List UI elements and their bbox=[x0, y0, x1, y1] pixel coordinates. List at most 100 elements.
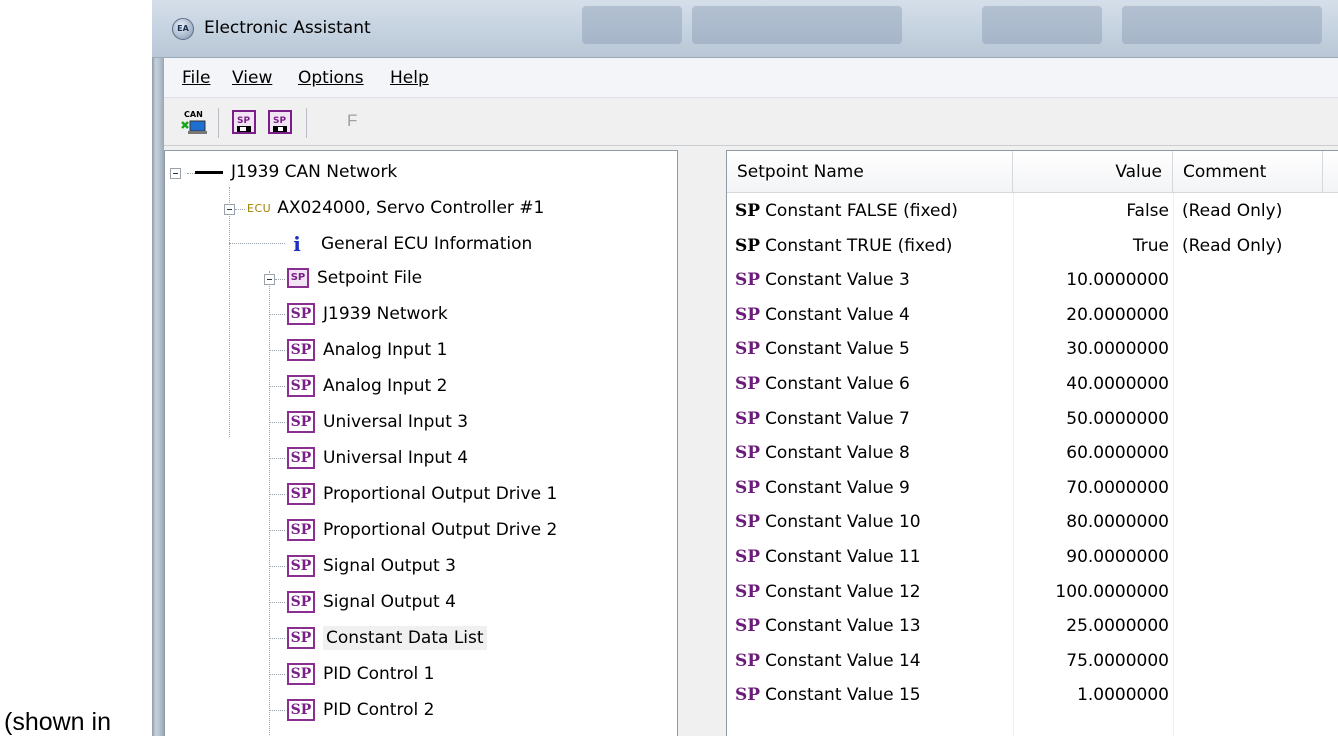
setpoint-row[interactable]: SP Constant Value 13 25.0000000 bbox=[727, 610, 1338, 644]
setpoint-file-icon: SP bbox=[287, 268, 309, 288]
setpoint-row[interactable]: SP Constant Value 12 100.0000000 bbox=[727, 576, 1338, 610]
save-setpoint-file-button[interactable]: SP bbox=[266, 108, 296, 138]
tree-node-setpoint-item[interactable]: SP PID Control 2 bbox=[287, 693, 434, 727]
setpoint-value-cell: 50.0000000 bbox=[1066, 409, 1169, 429]
app-window: EA Electronic Assistant File View Option… bbox=[152, 0, 1338, 736]
setpoint-value-cell: 60.0000000 bbox=[1066, 443, 1169, 463]
setpoint-name-text: Constant FALSE (fixed) bbox=[765, 201, 958, 221]
setpoint-row[interactable]: SP Constant Value 14 75.0000000 bbox=[727, 645, 1338, 679]
menu-view[interactable]: View bbox=[232, 68, 272, 88]
tree-connector bbox=[269, 494, 285, 495]
setpoint-row[interactable]: SP Constant Value 4 20.0000000 bbox=[727, 299, 1338, 333]
setpoint-name-text: Constant Value 8 bbox=[765, 443, 910, 463]
tree-node-setpoint-item[interactable]: SP Proportional Output Drive 1 bbox=[287, 477, 557, 511]
setpoint-icon: SP bbox=[735, 616, 761, 636]
toolbar-separator bbox=[306, 108, 307, 138]
svg-text:CAN: CAN bbox=[184, 110, 203, 119]
can-connect-button[interactable]: CAN bbox=[179, 108, 209, 138]
setpoint-name-cell: SP Constant Value 12 bbox=[735, 582, 921, 602]
tree-node-setpoint-item-label: Constant Data List bbox=[323, 626, 487, 650]
tree-node-setpoint-file[interactable]: SP Setpoint File bbox=[287, 261, 422, 295]
tree-node-ecu[interactable]: ECU AX024000, Servo Controller #1 bbox=[247, 191, 544, 225]
tree-node-setpoint-item-label: PID Control 1 bbox=[323, 664, 435, 684]
setpoint-row[interactable]: SP Constant Value 6 40.0000000 bbox=[727, 368, 1338, 402]
setpoint-name-cell: SP Constant Value 4 bbox=[735, 305, 910, 325]
setpoint-name-text: Constant Value 7 bbox=[765, 409, 910, 429]
svg-text:SP: SP bbox=[237, 116, 250, 126]
setpoint-row[interactable]: SP Constant Value 7 50.0000000 bbox=[727, 403, 1338, 437]
setpoint-icon: SP bbox=[287, 411, 315, 433]
open-setpoint-file-button[interactable]: SP bbox=[230, 108, 260, 138]
tree-node-setpoint-item[interactable]: SP J1939 Network bbox=[287, 297, 448, 331]
setpoint-row[interactable]: SP Constant Value 10 80.0000000 bbox=[727, 506, 1338, 540]
ecu-icon: ECU bbox=[247, 201, 272, 215]
setpoint-list-view[interactable]: Setpoint Name Value Comment SP Constant F… bbox=[726, 150, 1338, 736]
tree-node-network[interactable]: J1939 CAN Network bbox=[195, 155, 397, 189]
tree-node-setpoint-item-label: Analog Input 2 bbox=[323, 376, 448, 396]
window-title: Electronic Assistant bbox=[204, 18, 371, 38]
setpoint-row[interactable]: SP Constant Value 9 70.0000000 bbox=[727, 472, 1338, 506]
tree-node-setpoint-file-label: Setpoint File bbox=[317, 268, 423, 288]
tree-node-setpoint-item[interactable]: SP Constant Data List bbox=[287, 621, 487, 655]
setpoint-row[interactable]: SP Constant Value 3 10.0000000 bbox=[727, 264, 1338, 298]
setpoint-value-cell: 90.0000000 bbox=[1066, 547, 1169, 567]
setpoint-comment-cell: (Read Only) bbox=[1182, 236, 1283, 256]
setpoint-icon: SP bbox=[287, 447, 315, 469]
tree-node-setpoint-item[interactable]: SP Universal Input 3 bbox=[287, 405, 468, 439]
tree-node-setpoint-item[interactable]: SP Analog Input 1 bbox=[287, 333, 447, 367]
setpoint-icon: SP bbox=[287, 663, 315, 685]
network-line-icon bbox=[195, 170, 223, 174]
setpoint-row[interactable]: SP Constant Value 5 30.0000000 bbox=[727, 333, 1338, 367]
setpoint-file-open-icon: SP bbox=[232, 110, 256, 134]
tree-view[interactable]: J1939 CAN Network ECU AX024000, Servo Co… bbox=[164, 150, 678, 736]
setpoint-row[interactable]: SP Constant FALSE (fixed) False (Read Only) bbox=[727, 195, 1338, 229]
ecu-collapse-toggle[interactable] bbox=[224, 204, 235, 215]
tree-node-setpoint-item[interactable]: SP Proportional Output Drive 2 bbox=[287, 513, 557, 547]
tree-node-setpoint-item-label: Proportional Output Drive 1 bbox=[323, 484, 558, 504]
tree-node-setpoint-item[interactable]: SP Universal Input 4 bbox=[287, 441, 468, 475]
tree-node-setpoint-item[interactable]: SP Signal Output 4 bbox=[287, 585, 456, 619]
tree-node-setpoint-item[interactable]: SP Signal Output 3 bbox=[287, 549, 456, 583]
setpoint-value-cell: 25.0000000 bbox=[1066, 616, 1169, 636]
menu-help-label: Help bbox=[390, 68, 429, 88]
menu-file-label: File bbox=[182, 68, 211, 88]
setpoint-row[interactable]: SP Constant Value 15 1.0000000 bbox=[727, 679, 1338, 713]
column-header-comment[interactable]: Comment bbox=[1173, 151, 1323, 193]
setpoint-file-save-icon: SP bbox=[268, 110, 292, 134]
menu-file[interactable]: File bbox=[182, 68, 210, 88]
tree-node-setpoint-item-label: Universal Input 3 bbox=[323, 412, 469, 432]
setpoint-icon: SP bbox=[735, 685, 761, 705]
setpoint-name-text: Constant Value 9 bbox=[765, 478, 910, 498]
setpoint-value-cell: True bbox=[1132, 236, 1169, 256]
menu-options[interactable]: Options bbox=[298, 68, 364, 88]
column-header-value[interactable]: Value bbox=[1013, 151, 1173, 193]
setpoint-name-cell: SP Constant Value 15 bbox=[735, 685, 921, 705]
setpoint-name-text: Constant Value 14 bbox=[765, 651, 921, 671]
tree-node-setpoint-item[interactable]: SP PID Control 1 bbox=[287, 657, 434, 691]
list-header: Setpoint Name Value Comment bbox=[727, 151, 1338, 193]
app-icon: EA bbox=[172, 18, 194, 40]
setpoint-row[interactable]: SP Constant TRUE (fixed) True (Read Only) bbox=[727, 230, 1338, 264]
setpoint-name-text: Constant Value 12 bbox=[765, 582, 921, 602]
column-header-name[interactable]: Setpoint Name bbox=[727, 151, 1013, 193]
setpoint-name-cell: SP Constant Value 13 bbox=[735, 616, 921, 636]
tree-node-setpoint-item-label: Signal Output 3 bbox=[323, 556, 456, 576]
tree-connector bbox=[269, 314, 285, 315]
menu-help[interactable]: Help bbox=[390, 68, 429, 88]
tree-connector bbox=[269, 530, 285, 531]
setpoint-file-collapse-toggle[interactable] bbox=[264, 274, 275, 285]
setpoint-row[interactable]: SP Constant Value 8 60.0000000 bbox=[727, 437, 1338, 471]
title-bar[interactable]: EA Electronic Assistant bbox=[152, 0, 1338, 58]
setpoint-icon: SP bbox=[287, 519, 315, 541]
tree-node-setpoint-item-label: PID Control 2 bbox=[323, 700, 435, 720]
tree-node-ecu-label: AX024000, Servo Controller #1 bbox=[277, 198, 545, 218]
setpoint-icon: SP bbox=[287, 591, 315, 613]
tree-node-setpoint-item[interactable]: SP Analog Input 2 bbox=[287, 369, 447, 403]
setpoint-comment-cell: (Read Only) bbox=[1182, 201, 1283, 221]
setpoint-row[interactable]: SP Constant Value 11 90.0000000 bbox=[727, 541, 1338, 575]
setpoint-name-text: Constant Value 6 bbox=[765, 374, 910, 394]
tree-node-general-info[interactable]: i General ECU Information bbox=[287, 227, 532, 261]
network-collapse-toggle[interactable] bbox=[170, 168, 181, 179]
setpoint-icon: SP bbox=[735, 547, 761, 567]
setpoint-icon: SP bbox=[287, 627, 315, 649]
